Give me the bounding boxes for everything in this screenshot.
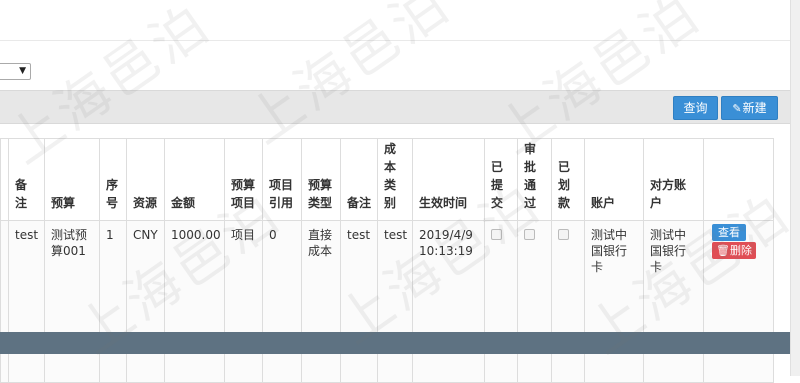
cell-remark: test [8,220,45,383]
new-button[interactable]: ✎新建 [721,96,778,120]
col-remark: 备注 [8,138,45,221]
page-size-select[interactable]: ▼ [0,63,31,80]
cell-paid [551,220,585,383]
cell-cost-type: test [377,220,413,383]
cell-seq: 1 [99,220,127,383]
col-paid: 已划款 [551,138,585,221]
cell-approved [517,220,552,383]
table-row: test 测试预算001 1 CNY 1000.00 项目 0 直接成本 tes… [0,220,774,383]
paid-checkbox[interactable] [558,229,569,240]
cell-resource: CNY [126,220,165,383]
delete-button-label: 删除 [729,244,752,257]
cell-counter-account: 测试中国银行卡 [643,220,704,383]
watermark: 上海邑泊 [235,0,462,156]
cell-actions: 查看 🗑删除 [703,220,774,383]
cell-budget-item: 项目 [224,220,263,383]
cell-submitted [484,220,518,383]
col-budget: 预算 [44,138,100,221]
col-submitted: 已提交 [484,138,518,221]
cell-amount: 1000.00 [164,220,225,383]
col-account: 账户 [584,138,644,221]
cell-budget: 测试预算001 [44,220,100,383]
cell-remark2: test [340,220,378,383]
top-divider [0,40,790,41]
cell-edge [0,220,9,383]
delete-button[interactable]: 🗑删除 [712,242,756,259]
col-approved: 审批通过 [517,138,552,221]
toolbar [0,90,790,124]
cell-budget-type: 直接成本 [301,220,341,383]
chevron-down-icon: ▼ [19,66,26,76]
footer-bar [0,332,790,354]
pencil-icon: ✎ [732,102,742,115]
new-button-label: 新建 [742,101,767,115]
col-item-ref: 项目引用 [262,138,302,221]
submitted-checkbox[interactable] [491,229,502,240]
table-header-row: 备注 预算 序号 资源 金额 预算项目 项目引用 预算类型 备注 成本类别 生效… [0,138,774,221]
col-resource: 资源 [126,138,165,221]
col-seq: 序号 [99,138,127,221]
col-remark2: 备注 [340,138,378,221]
vertical-scrollbar[interactable] [790,0,800,376]
view-button[interactable]: 查看 [712,224,746,241]
trash-icon: 🗑 [716,244,730,257]
cell-item-ref: 0 [262,220,302,383]
query-button[interactable]: 查询 [673,96,718,120]
col-edge [0,138,9,221]
col-effective-time: 生效时间 [412,138,485,221]
col-budget-item: 预算项目 [224,138,263,221]
col-amount: 金额 [164,138,225,221]
approved-checkbox[interactable] [524,229,535,240]
col-cost-type: 成本类别 [377,138,413,221]
cell-effective-time: 2019/4/9 10:13:19 [412,220,485,383]
col-actions [703,138,774,221]
cell-account: 测试中国银行卡 [584,220,644,383]
col-budget-type: 预算类型 [301,138,341,221]
col-counter-account: 对方账户 [643,138,704,221]
